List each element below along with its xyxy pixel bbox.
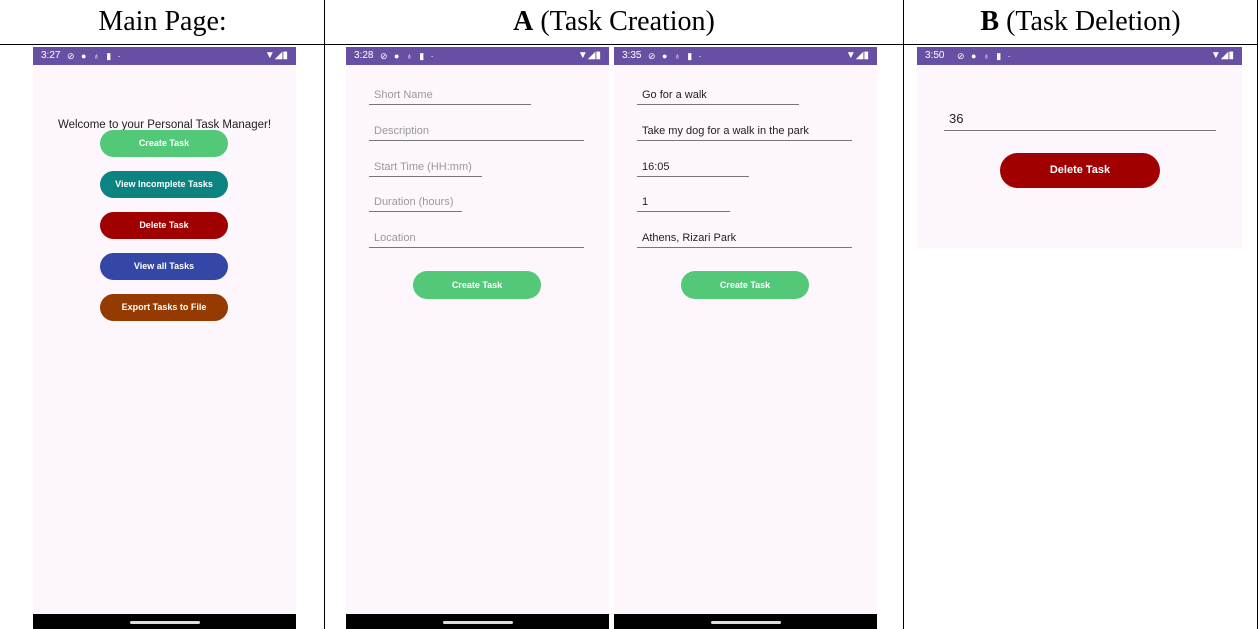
status-notification-icons: ⊘ ● ♁ ▮ ·: [67, 51, 123, 61]
header-b: B (Task Deletion): [903, 0, 1258, 45]
signal-battery-icon: ▼◢▮: [577, 50, 601, 61]
delete-task-button[interactable]: Delete Task: [100, 212, 228, 239]
status-notification-icons: ⊘ ● ♁ ▮ ·: [648, 51, 704, 61]
short-name-field[interactable]: Go for a walk: [637, 87, 799, 105]
description-field[interactable]: Take my dog for a walk in the park: [637, 123, 852, 141]
create-task-button[interactable]: Create Task: [413, 271, 541, 299]
description-field[interactable]: Description: [369, 123, 584, 141]
status-time: 3:35: [622, 50, 642, 61]
location-field[interactable]: Location: [369, 230, 584, 248]
header-main-text: Main Page:: [98, 6, 227, 37]
header-b-letter: B: [980, 6, 1000, 37]
status-time: 3:27: [41, 50, 61, 61]
header-main: Main Page:: [0, 0, 325, 45]
status-time: 3:28: [354, 50, 374, 61]
status-notification-icons: ⊘ ● ♁ ▮ ·: [957, 51, 1013, 61]
navigation-bar: [346, 614, 609, 629]
status-bar: 3:27 ⊘ ● ♁ ▮ · ▼◢▮: [33, 47, 296, 65]
status-time: 3:50: [925, 50, 945, 61]
export-tasks-button[interactable]: Export Tasks to File: [100, 294, 228, 321]
signal-battery-icon: ▼◢▮: [845, 50, 869, 61]
header-a: A (Task Creation): [325, 0, 903, 45]
header-b-text: (Task Deletion): [999, 6, 1181, 37]
status-bar: 3:50 ⊘ ● ♁ ▮ · ▼◢▮: [917, 47, 1242, 65]
phone-create-filled: 3:35 ⊘ ● ♁ ▮ · ▼◢▮ Go for a walk Take my…: [614, 47, 877, 629]
phone-main-page: 3:27 ⊘ ● ♁ ▮ · ▼◢▮ Welcome to your Perso…: [33, 47, 296, 629]
delete-task-button[interactable]: Delete Task: [1000, 153, 1160, 188]
view-all-tasks-button[interactable]: View all Tasks: [100, 253, 228, 280]
divider-2: [903, 0, 904, 629]
duration-field[interactable]: 1: [637, 194, 730, 212]
phone-delete-task: 3:50 ⊘ ● ♁ ▮ · ▼◢▮ 36 Delete Task: [917, 47, 1242, 248]
create-task-button[interactable]: Create Task: [681, 271, 809, 299]
task-id-field[interactable]: 36: [944, 109, 1216, 131]
home-gesture-handle[interactable]: [710, 621, 781, 624]
divider-1: [324, 0, 325, 629]
status-bar: 3:35 ⊘ ● ♁ ▮ · ▼◢▮: [614, 47, 877, 65]
header-a-letter: A: [513, 6, 534, 37]
create-task-button[interactable]: Create Task: [100, 130, 228, 157]
home-gesture-handle[interactable]: [442, 621, 513, 624]
header-a-text: (Task Creation): [533, 6, 715, 37]
duration-field[interactable]: Duration (hours): [369, 194, 462, 212]
start-time-field[interactable]: 16:05: [637, 159, 749, 177]
signal-battery-icon: ▼◢▮: [264, 50, 288, 61]
signal-battery-icon: ▼◢▮: [1210, 50, 1234, 61]
location-field[interactable]: Athens, Rizari Park: [637, 230, 852, 248]
navigation-bar: [33, 614, 296, 629]
status-notification-icons: ⊘ ● ♁ ▮ ·: [380, 51, 436, 61]
start-time-field[interactable]: Start Time (HH:mm): [369, 159, 482, 177]
navigation-bar: [614, 614, 877, 629]
status-bar: 3:28 ⊘ ● ♁ ▮ · ▼◢▮: [346, 47, 609, 65]
phone-create-empty: 3:28 ⊘ ● ♁ ▮ · ▼◢▮ Short Name Descriptio…: [346, 47, 609, 629]
short-name-field[interactable]: Short Name: [369, 87, 531, 105]
view-incomplete-tasks-button[interactable]: View Incomplete Tasks: [100, 171, 228, 198]
home-gesture-handle[interactable]: [129, 621, 200, 624]
